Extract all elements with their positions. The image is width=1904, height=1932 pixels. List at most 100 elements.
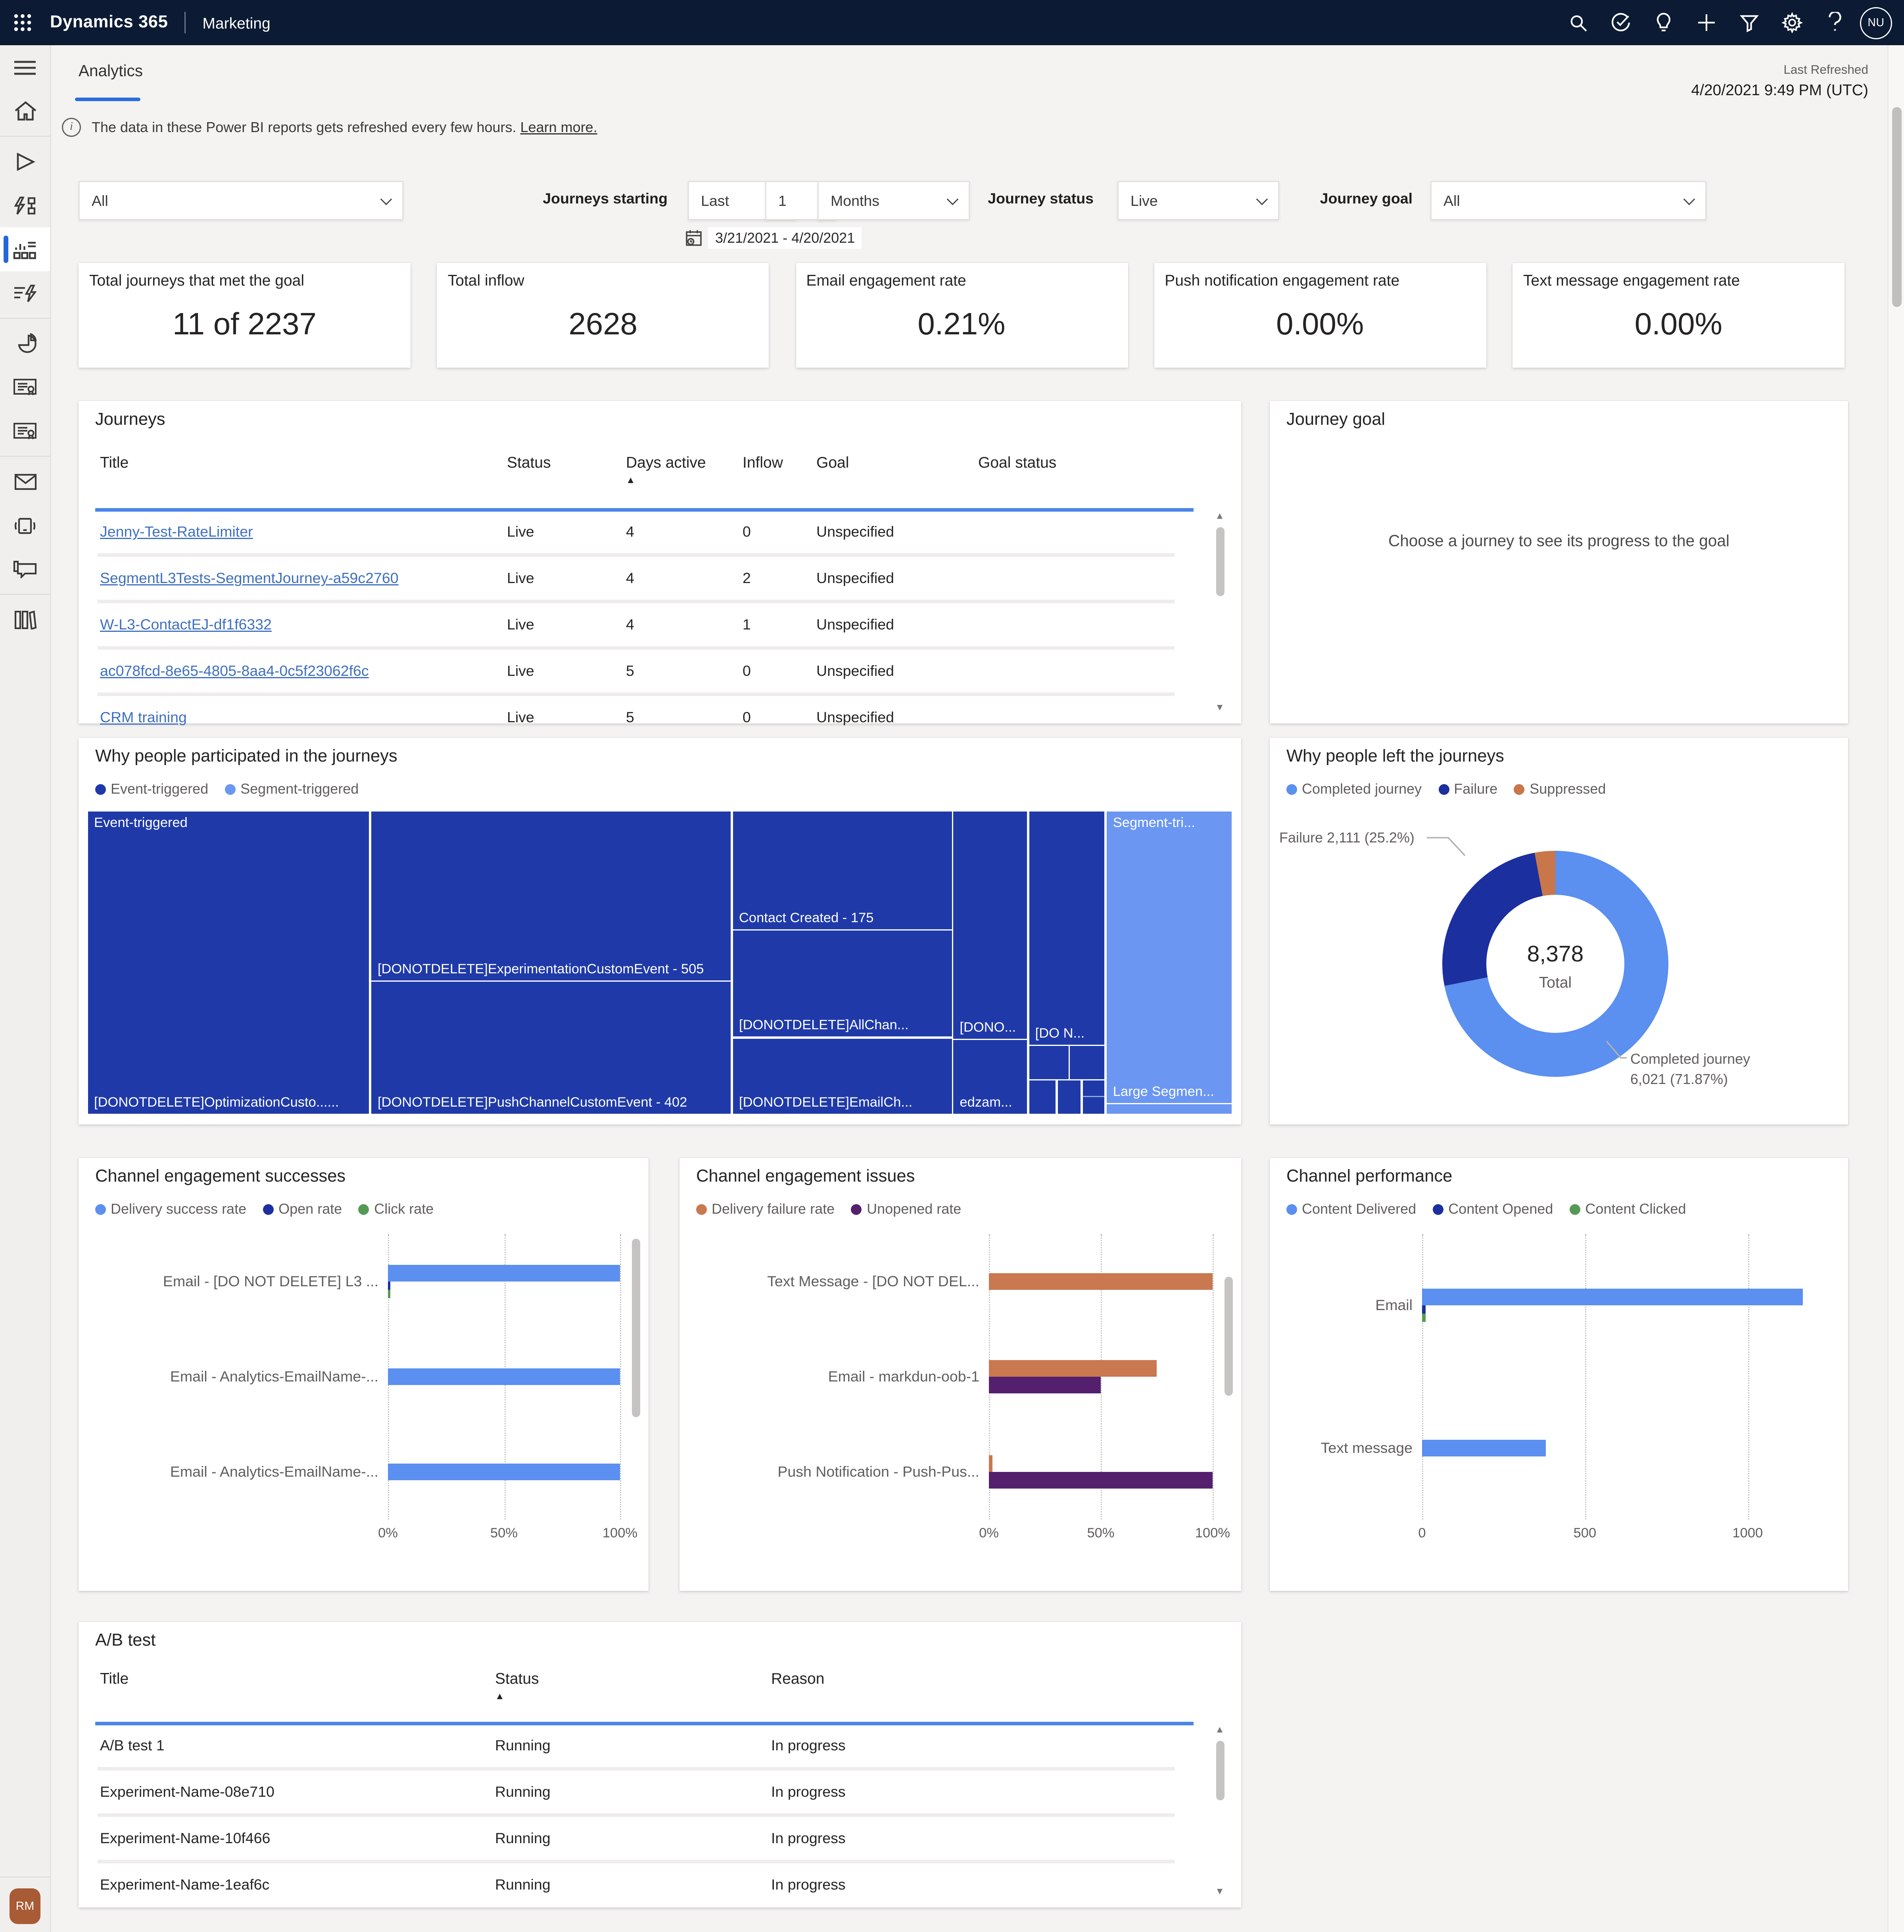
column-header[interactable]: Title: [98, 1669, 493, 1687]
sidebar-item-segments[interactable]: [0, 321, 50, 365]
sidebar-item-email-templates[interactable]: [0, 365, 50, 409]
bar[interactable]: [1422, 1314, 1425, 1322]
table-row[interactable]: Experiment-Name-08e710RunningIn progress: [98, 1767, 1175, 1813]
treemap-tile[interactable]: [1029, 1080, 1056, 1114]
legend-item[interactable]: Failure: [1438, 781, 1497, 797]
treemap-tile[interactable]: [1029, 1046, 1068, 1079]
column-header[interactable]: Reason: [769, 1669, 1128, 1687]
column-header[interactable]: Goal status: [976, 453, 1133, 471]
treemap-tile[interactable]: [DONOTDELETE]EmailCh...: [733, 1038, 952, 1114]
treemap-tile[interactable]: [1070, 1046, 1104, 1079]
treemap-tile[interactable]: [DONOTDELETE]AllChan...: [733, 931, 952, 1037]
legend-item[interactable]: Completed journey: [1286, 781, 1422, 797]
legend-item[interactable]: Delivery failure rate: [696, 1201, 835, 1217]
sidebar-item-analytics[interactable]: [0, 227, 50, 271]
treemap-tile[interactable]: [DONOTDELETE]PushChannelCustomEvent - 40…: [372, 982, 731, 1114]
date-range[interactable]: 3/21/2021 - 4/20/2021: [685, 227, 862, 249]
bar[interactable]: [989, 1472, 1213, 1489]
treemap-tile[interactable]: Segment-tri...Large Segmen...: [1107, 812, 1232, 1103]
range-period-dropdown[interactable]: Months: [818, 181, 970, 220]
journey-status-dropdown[interactable]: Live: [1117, 181, 1279, 220]
page-scrollbar-thumb[interactable]: [1892, 107, 1901, 307]
bar[interactable]: [1422, 1440, 1546, 1456]
journey-goal-dropdown[interactable]: All: [1430, 181, 1706, 220]
scroll-down-icon[interactable]: ▼: [1215, 702, 1225, 714]
treemap-tile[interactable]: Contact Created - 175: [733, 812, 952, 929]
legend-item[interactable]: Delivery success rate: [95, 1201, 246, 1217]
scrollbar-thumb[interactable]: [1216, 1741, 1224, 1800]
legend-item[interactable]: Unopened rate: [851, 1201, 961, 1217]
legend-item[interactable]: Content Opened: [1433, 1201, 1553, 1217]
treemap-tile[interactable]: [DONO...: [954, 812, 1027, 1038]
bar[interactable]: [388, 1265, 620, 1282]
table-row[interactable]: Experiment-Name-1eaf6cRunningIn progress: [98, 1860, 1175, 1906]
scroll-up-icon[interactable]: ▲: [1215, 1724, 1225, 1736]
sidebar-item-email[interactable]: [0, 459, 50, 503]
environment-badge[interactable]: RM: [10, 1888, 40, 1924]
gear-icon[interactable]: [1774, 5, 1810, 40]
scroll-up-icon[interactable]: ▲: [1215, 510, 1225, 522]
legend-item[interactable]: Open rate: [263, 1201, 342, 1217]
bar[interactable]: [388, 1464, 620, 1480]
treemap-tile[interactable]: [1083, 1080, 1105, 1097]
legend-item[interactable]: Event-triggered: [95, 781, 208, 797]
learn-more-link[interactable]: Learn more.: [520, 119, 597, 136]
column-header[interactable]: Goal: [814, 453, 976, 471]
table-row[interactable]: Jenny-Test-RateLimiterLive40Unspecified: [98, 510, 1175, 553]
table-row[interactable]: SegmentL3Tests-SegmentJourney-a59c2760Li…: [98, 553, 1175, 600]
chart-scrollbar[interactable]: [628, 1236, 643, 1539]
column-header[interactable]: Status▲: [493, 1669, 769, 1702]
bar[interactable]: [989, 1377, 1101, 1393]
legend-item[interactable]: Segment-triggered: [225, 781, 359, 797]
treemap-tile[interactable]: edzam...: [954, 1040, 1027, 1114]
scrollbar-thumb[interactable]: [1216, 527, 1224, 596]
bar[interactable]: [388, 1290, 390, 1298]
search-icon[interactable]: [1560, 5, 1596, 40]
table-row[interactable]: CRM trainingLive50Unspecified: [98, 693, 1175, 739]
treemap-tile[interactable]: [1058, 1080, 1081, 1114]
task-checker-icon[interactable]: [1603, 5, 1639, 40]
column-header[interactable]: Status: [505, 453, 624, 471]
treemap-tile[interactable]: [1107, 1104, 1232, 1114]
sidebar-item-page-templates[interactable]: [0, 409, 50, 453]
journey-filter-dropdown[interactable]: All: [79, 181, 403, 220]
avatar[interactable]: NU: [1860, 7, 1892, 39]
legend-item[interactable]: Content Clicked: [1570, 1201, 1686, 1217]
menu-toggle[interactable]: [0, 45, 50, 89]
legend-item[interactable]: Suppressed: [1514, 781, 1606, 797]
donut-chart[interactable]: 8,378TotalFailure 2,111 (25.2%)Completed…: [1270, 807, 1848, 1119]
table-row[interactable]: ac078fcd-8e65-4805-8aa4-0c5f23062f6cLive…: [98, 646, 1175, 693]
journey-link[interactable]: W-L3-ContactEJ-df1f6332: [100, 616, 272, 633]
bar[interactable]: [388, 1368, 620, 1385]
treemap-tile[interactable]: Event-triggered[DONOTDELETE]Optimization…: [88, 812, 369, 1114]
chart-scrollbar[interactable]: [1221, 1236, 1235, 1539]
brand-title[interactable]: Dynamics 365: [50, 13, 168, 32]
column-header[interactable]: Inflow: [740, 453, 814, 471]
sidebar-item-chat[interactable]: [0, 547, 50, 591]
help-icon[interactable]: [1817, 5, 1853, 40]
page-scrollbar[interactable]: [1887, 45, 1904, 1932]
plus-icon[interactable]: [1689, 5, 1724, 40]
journey-link[interactable]: Jenny-Test-RateLimiter: [100, 524, 253, 540]
table-row[interactable]: A/B test 1RunningIn progress: [98, 1724, 1175, 1767]
column-header[interactable]: Days active▲: [624, 453, 740, 485]
sidebar-item-home[interactable]: [0, 89, 50, 133]
treemap-tile[interactable]: [DO N...: [1029, 812, 1105, 1044]
bar[interactable]: [989, 1455, 992, 1472]
treemap-tile[interactable]: [1083, 1097, 1105, 1114]
table-row[interactable]: W-L3-ContactEJ-df1f6332Live41Unspecified: [98, 600, 1175, 646]
bar[interactable]: [388, 1282, 390, 1290]
journey-link[interactable]: SegmentL3Tests-SegmentJourney-a59c2760: [100, 570, 399, 587]
bar[interactable]: [1422, 1305, 1425, 1314]
app-name[interactable]: Marketing: [202, 14, 270, 32]
legend-item[interactable]: Content Delivered: [1286, 1201, 1416, 1217]
scroll-down-icon[interactable]: ▼: [1215, 1886, 1225, 1898]
filter-icon[interactable]: [1731, 5, 1767, 40]
bar[interactable]: [989, 1360, 1157, 1377]
sidebar-item-get-started[interactable]: [0, 139, 50, 183]
abtest-table-scrollbar[interactable]: ▲ ▼: [1213, 1724, 1227, 1898]
sidebar-item-journeys[interactable]: [0, 183, 50, 227]
scrollbar-thumb[interactable]: [631, 1239, 640, 1417]
lightbulb-icon[interactable]: [1646, 5, 1681, 40]
journey-link[interactable]: ac078fcd-8e65-4805-8aa4-0c5f23062f6c: [100, 663, 369, 679]
